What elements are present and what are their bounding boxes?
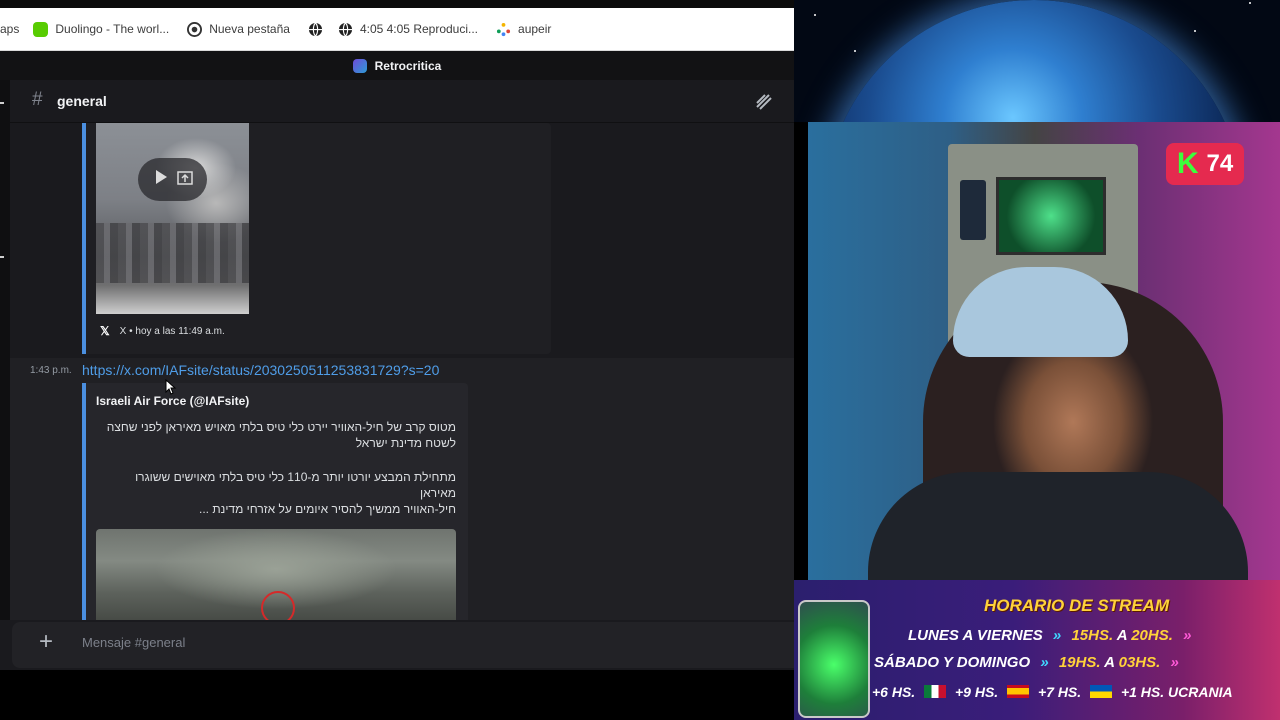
spain-flag-icon bbox=[1007, 685, 1030, 698]
duolingo-icon bbox=[33, 21, 49, 37]
sparkle-icon bbox=[496, 22, 511, 37]
embed-footer: 𝕏 X • hoy a las 11:49 a.m. bbox=[100, 324, 225, 338]
message-timestamp: 1:43 p.m. bbox=[30, 365, 72, 376]
message-link[interactable]: https://x.com/IAFsite/status/20302505112… bbox=[82, 362, 439, 378]
embed-video-thumbnail[interactable] bbox=[96, 529, 456, 620]
kick-viewer-badge: K 74 bbox=[1166, 143, 1244, 185]
schedule-to: 20HS. bbox=[1131, 627, 1173, 644]
timezone-offset: +7 HS. bbox=[1037, 684, 1082, 700]
schedule-from: 15HS. bbox=[1071, 627, 1114, 644]
schedule-to: 03HS. bbox=[1118, 654, 1161, 671]
kick-logo-icon: K bbox=[1176, 147, 1199, 180]
embed-author[interactable]: Israeli Air Force (@IAFsite) bbox=[96, 394, 249, 408]
link-embed: Israeli Air Force (@IAFsite) מטוס קרב של… bbox=[82, 383, 468, 620]
open-external-icon[interactable] bbox=[176, 169, 193, 190]
bookmark-label: 4:05 4:05 Reproduci... bbox=[359, 22, 479, 36]
channel-name: general bbox=[57, 93, 107, 109]
schedule-days: LUNES A VIERNES bbox=[908, 627, 1043, 644]
viewer-count: 74 bbox=[1206, 150, 1234, 177]
bookmarks-bar: aps Duolingo - The worl... Nueva pestaña… bbox=[0, 8, 794, 51]
timezone-offset: +1 HS. UCRANIA bbox=[1120, 684, 1233, 700]
channel-header: # general bbox=[0, 80, 794, 123]
chrome-icon bbox=[187, 21, 203, 37]
earth-image bbox=[824, 0, 1244, 122]
jar-image bbox=[798, 600, 870, 718]
ukraine-flag-icon bbox=[1090, 685, 1113, 698]
double-chevron-icon: » bbox=[1183, 627, 1192, 644]
video-thumbnail[interactable] bbox=[96, 123, 249, 314]
schedule-row: SÁBADO Y DOMINGO » 19HS. A 03HS. » bbox=[874, 654, 1179, 671]
star bbox=[814, 14, 816, 16]
message: 1:43 p.m. https://x.com/IAFsite/status/2… bbox=[0, 358, 794, 620]
schedule-days: SÁBADO Y DOMINGO bbox=[874, 654, 1031, 671]
bottom-bar bbox=[0, 670, 794, 720]
play-icon[interactable] bbox=[153, 169, 169, 190]
add-attachment-icon[interactable]: + bbox=[39, 630, 53, 654]
hash-icon: # bbox=[32, 89, 43, 110]
bookmark-label: aupeir bbox=[518, 22, 552, 36]
bookmark-label: Duolingo - The worl... bbox=[55, 22, 170, 36]
globe-icon bbox=[338, 22, 353, 37]
star bbox=[1249, 2, 1251, 4]
x-logo-icon: 𝕏 bbox=[100, 324, 110, 338]
schedule-row: LUNES A VIERNES » 15HS. A 20HS. » bbox=[908, 627, 1191, 644]
video-embed: 𝕏 X • hoy a las 11:49 a.m. bbox=[82, 123, 551, 354]
footer-separator: • bbox=[126, 325, 136, 337]
edge-marker bbox=[0, 102, 4, 104]
target-ring bbox=[261, 591, 295, 620]
embed-text-line: מטוס קרב של חיל-האוויר יירט כלי טיס בלתי… bbox=[106, 420, 456, 450]
discord-title-bar: Retrocritica bbox=[0, 51, 794, 80]
stream-schedule-banner: HORARIO DE STREAM LUNES A VIERNES » 15HS… bbox=[794, 580, 1280, 720]
bookmark-label: Nueva pestaña bbox=[209, 22, 290, 36]
schedule-sep: A bbox=[1104, 654, 1115, 671]
bookmark-aupeir[interactable]: aupeir bbox=[496, 22, 551, 37]
bookmark-label: aps bbox=[0, 22, 20, 36]
double-chevron-icon: » bbox=[1052, 627, 1062, 644]
bookmark-duolingo[interactable]: Duolingo - The worl... bbox=[33, 21, 170, 37]
double-chevron-icon: » bbox=[1170, 654, 1179, 671]
bookmark-reproduciendo[interactable]: 4:05 4:05 Reproduci... bbox=[338, 22, 478, 37]
timezone-row: +6 HS. +9 HS. +7 HS. +1 HS. UCRANIA bbox=[872, 684, 1233, 700]
schedule-title: HORARIO DE STREAM bbox=[984, 596, 1170, 615]
timezone-offset: +6 HS. bbox=[872, 684, 916, 700]
schedule-from: 19HS. bbox=[1058, 654, 1101, 671]
schedule-sep: A bbox=[1116, 627, 1128, 644]
play-overlay[interactable] bbox=[138, 158, 207, 201]
message-list: 𝕏 X • hoy a las 11:49 a.m. 1:43 p.m. htt… bbox=[0, 123, 794, 620]
cabinet-lights bbox=[960, 180, 986, 240]
globe-icon bbox=[308, 22, 323, 37]
threads-icon[interactable] bbox=[754, 92, 774, 112]
radar-screen bbox=[996, 177, 1106, 255]
webcam-feed bbox=[808, 122, 1280, 580]
thumbnail-buildings bbox=[96, 223, 249, 283]
star bbox=[854, 50, 856, 52]
embed-text-line: מתחילת המבצע יורטו יותר מ-110 כלי טיס בל… bbox=[135, 470, 456, 500]
bookmark-globe[interactable] bbox=[308, 22, 330, 37]
star bbox=[1194, 30, 1196, 32]
embed-source: X bbox=[119, 325, 127, 337]
message-input[interactable] bbox=[82, 635, 682, 650]
space-background bbox=[794, 0, 1280, 122]
server-name: Retrocritica bbox=[374, 58, 442, 73]
edge-marker bbox=[0, 256, 4, 258]
server-icon bbox=[352, 58, 367, 73]
streamer-shirt bbox=[868, 472, 1248, 580]
embed-text-line: חיל-האוויר ממשיך להסיר איומים על אזרחי מ… bbox=[199, 502, 456, 516]
server-list-edge bbox=[0, 80, 10, 670]
message-composer: + bbox=[0, 620, 794, 670]
browser-top-strip bbox=[0, 0, 794, 8]
embed-footer-time: hoy a las 11:49 a.m. bbox=[135, 325, 225, 337]
discord-window: aps Duolingo - The worl... Nueva pestaña… bbox=[0, 0, 794, 720]
bookmark-new-tab[interactable]: Nueva pestaña bbox=[187, 21, 290, 37]
mexico-flag-icon bbox=[924, 685, 947, 698]
bookmark-item[interactable]: aps bbox=[0, 22, 19, 36]
timezone-offset: +9 HS. bbox=[954, 684, 999, 700]
double-chevron-icon: » bbox=[1040, 654, 1049, 671]
